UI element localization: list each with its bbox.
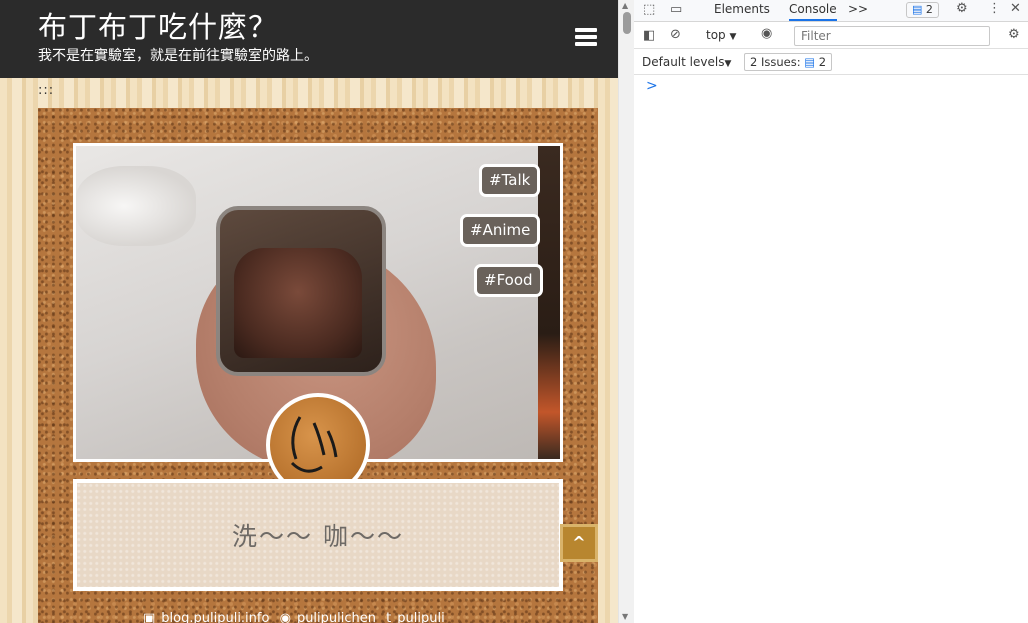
device-toolbar-icon[interactable]: ▭ bbox=[670, 2, 682, 17]
tumblr-icon: t bbox=[386, 611, 392, 623]
devtools-panel: ⬚ ▭ Elements Console >> ▤ 2 ⚙ ⋮ ✕ ◧ ⊘ to… bbox=[634, 0, 1028, 623]
console-levels-row: Default levels▼ 2 Issues: ▤ 2 bbox=[634, 50, 1028, 75]
scroll-down-arrow-icon[interactable]: ▼ bbox=[622, 612, 628, 621]
toggle-sidebar-icon[interactable]: ◧ bbox=[643, 28, 655, 43]
tag-anime[interactable]: #Anime bbox=[460, 214, 541, 247]
tab-elements[interactable]: Elements bbox=[714, 2, 770, 16]
message-icon: ▤ bbox=[804, 55, 816, 69]
footer-blog-link[interactable]: blog.pulipuli.info bbox=[161, 611, 269, 623]
live-expression-eye-icon[interactable]: ◉ bbox=[761, 26, 772, 41]
tag-talk[interactable]: #Talk bbox=[479, 164, 541, 197]
more-options-icon[interactable]: ⋮ bbox=[988, 1, 1001, 16]
more-tabs-icon[interactable]: >> bbox=[848, 2, 868, 16]
message-icon: ▤ bbox=[912, 3, 923, 16]
log-levels-dropdown[interactable]: Default levels▼ bbox=[642, 55, 731, 69]
website-viewport: 布丁布丁吃什麼？ 我不是在實驗室，就是在前往實驗室的路上。 ::: #Talk … bbox=[0, 0, 618, 623]
menu-hamburger-icon[interactable] bbox=[575, 28, 597, 46]
footer-links: ▣ blog.pulipuli.info ◉ pulipulichen t pulip… bbox=[143, 611, 543, 623]
site-subtitle: 我不是在實驗室，就是在前往實驗室的路上。 bbox=[38, 48, 318, 64]
dropdown-arrow-icon: ▼ bbox=[724, 59, 732, 69]
devtools-tabbar: ⬚ ▭ Elements Console >> ▤ 2 ⚙ ⋮ ✕ bbox=[634, 0, 1028, 22]
breadcrumb-dots: ::: bbox=[38, 83, 55, 98]
tag-food[interactable]: #Food bbox=[474, 264, 543, 297]
settings-gear-icon[interactable]: ⚙ bbox=[956, 1, 968, 16]
console-filter-input[interactable] bbox=[794, 26, 990, 46]
post-caption: 洗～～ 咖～～ bbox=[232, 522, 404, 551]
chevron-up-icon: ^ bbox=[572, 533, 586, 552]
post-caption-box: 洗～～ 咖～～ bbox=[73, 479, 563, 591]
inspect-element-icon[interactable]: ⬚ bbox=[643, 2, 655, 17]
site-title[interactable]: 布丁布丁吃什麼？ bbox=[38, 4, 278, 46]
site-header: 布丁布丁吃什麼？ 我不是在實驗室，就是在前往實驗室的路上。 bbox=[0, 0, 618, 78]
footer-github-link[interactable]: pulipulichen bbox=[297, 611, 376, 623]
console-prompt[interactable]: > bbox=[646, 78, 658, 94]
close-devtools-icon[interactable]: ✕ bbox=[1010, 1, 1021, 16]
context-select[interactable]: top ▼ bbox=[706, 28, 736, 42]
blog-icon: ▣ bbox=[143, 611, 156, 623]
footer-tumblr-link[interactable]: pulipuli bbox=[397, 611, 444, 623]
tab-console[interactable]: Console bbox=[789, 2, 837, 21]
back-to-top-button[interactable]: ^ bbox=[560, 524, 598, 562]
scroll-up-arrow-icon[interactable]: ▲ bbox=[622, 1, 628, 10]
console-toolbar: ◧ ⊘ top ▼ ◉ ⚙ bbox=[634, 23, 1028, 49]
console-settings-gear-icon[interactable]: ⚙ bbox=[1008, 27, 1020, 42]
issues-button[interactable]: 2 Issues: ▤ 2 bbox=[744, 53, 833, 71]
clear-console-icon[interactable]: ⊘ bbox=[670, 27, 681, 42]
page-scrollbar[interactable]: ▲ ▼ bbox=[618, 0, 634, 623]
dropdown-arrow-icon: ▼ bbox=[729, 32, 737, 42]
github-icon: ◉ bbox=[279, 611, 291, 623]
messages-badge[interactable]: ▤ 2 bbox=[906, 2, 939, 18]
